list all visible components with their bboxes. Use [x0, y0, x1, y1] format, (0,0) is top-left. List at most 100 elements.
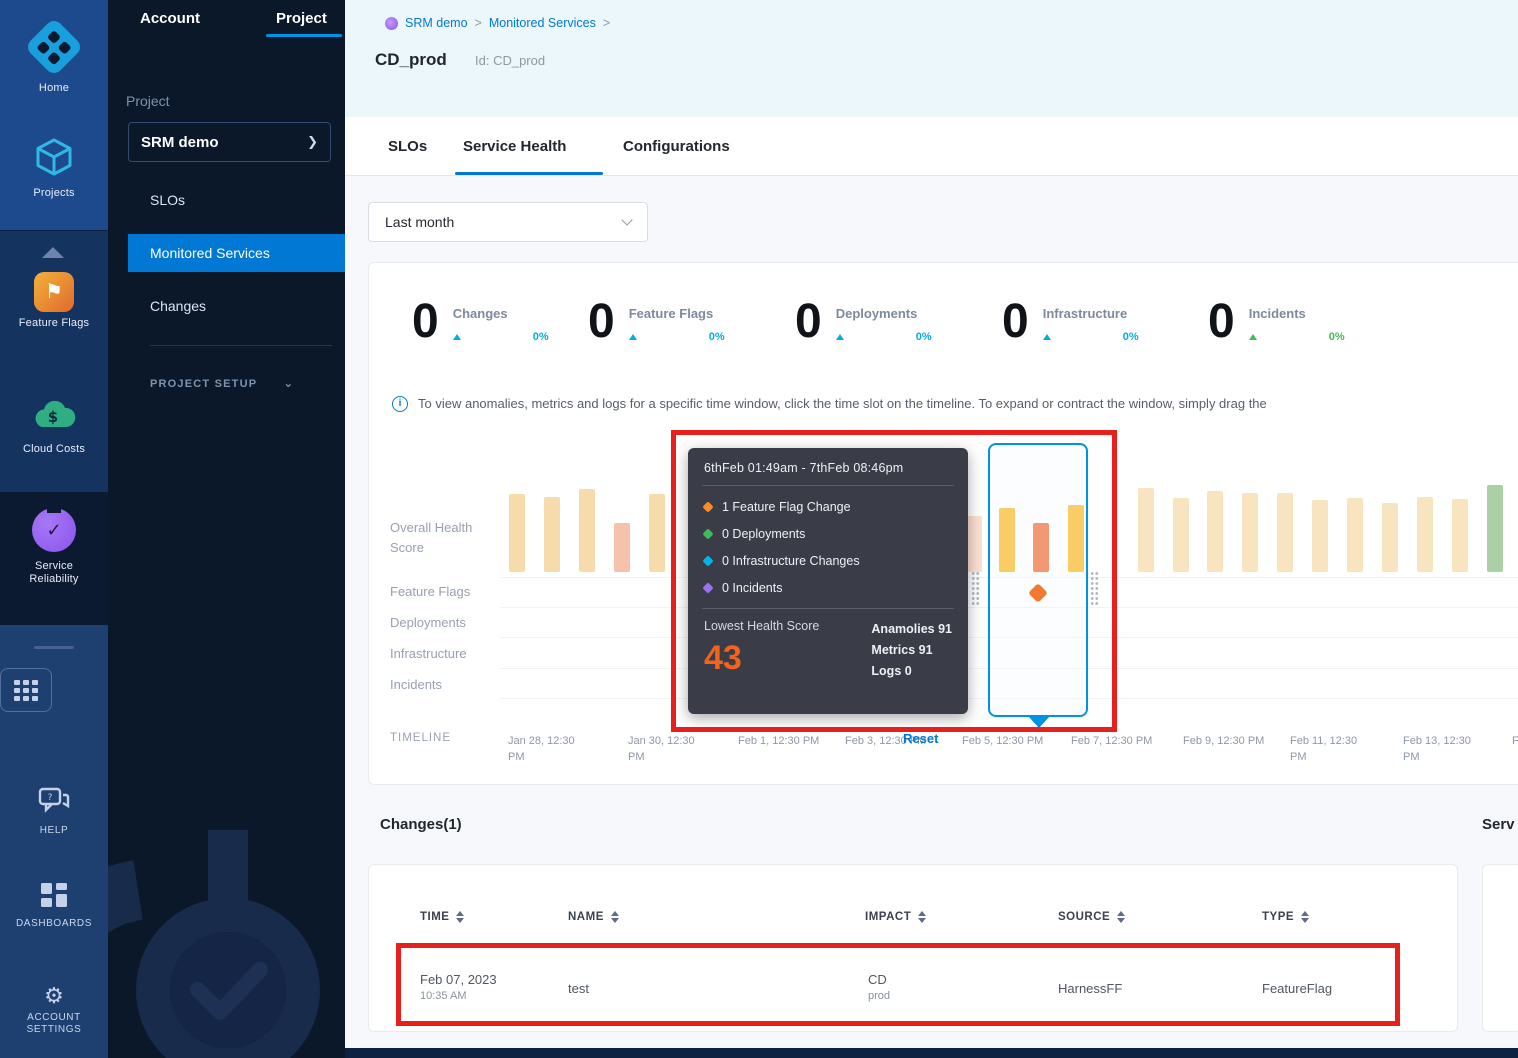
column-header-name[interactable]: NAME — [568, 911, 619, 923]
timeline-tick-label: F — [1512, 733, 1518, 749]
tab-project[interactable]: Project — [276, 10, 327, 27]
stat-value: 0 — [1208, 297, 1235, 347]
nav-item-monitored-services[interactable]: Monitored Services — [128, 234, 345, 272]
chevron-down-icon: ⌄ — [283, 376, 293, 390]
stat-label: Changes — [453, 306, 549, 321]
nav-item-changes[interactable]: Changes — [108, 287, 345, 325]
sidebar-item-label: ACCOUNT — [0, 1012, 108, 1023]
reset-link[interactable]: Reset — [903, 731, 938, 746]
sidebar-item-label: Service — [0, 560, 108, 572]
info-banner: i To view anomalies, metrics and logs fo… — [392, 396, 1512, 412]
tooltip-change-item: 0 Infrastructure Changes — [704, 554, 952, 568]
cloud-dollar-icon: $ — [30, 395, 78, 435]
bottom-bar — [345, 1048, 1518, 1058]
stat-feature-flags: 0Feature Flags0% — [588, 297, 725, 347]
sidebar-item-label: Cloud Costs — [0, 443, 108, 455]
tooltip-stats: Anamolies 91Metrics 91Logs 0 — [871, 619, 952, 682]
sidebar-item-feature-flags[interactable]: ⚑ Feature Flags — [0, 272, 108, 329]
health-score-bar[interactable] — [544, 497, 560, 572]
tooltip-change-item: 1 Feature Flag Change — [704, 500, 952, 514]
health-score-bar[interactable] — [1382, 503, 1398, 572]
flag-icon: ⚑ — [34, 272, 74, 312]
app-root: Home Projects ⚑ Feature Flags $ Cloud Co… — [0, 0, 1518, 1058]
cell-impact: CD prod — [868, 972, 890, 1002]
window-drag-handle-right[interactable] — [1090, 571, 1099, 607]
tooltip-stat: Logs 0 — [871, 661, 952, 682]
sort-icon — [1301, 911, 1309, 923]
health-score-bar[interactable] — [509, 494, 525, 572]
changes-table-card — [368, 864, 1458, 1032]
tab-service-health[interactable]: Service Health — [463, 138, 566, 155]
column-header-time[interactable]: TIME — [420, 911, 464, 923]
breadcrumb-project-link[interactable]: SRM demo — [405, 16, 468, 30]
timeline-tick-label: Jan 30, 12:30PM — [628, 733, 724, 765]
stat-percent: 0% — [709, 331, 725, 343]
health-score-bar[interactable] — [1347, 498, 1363, 572]
health-score-bar[interactable] — [966, 516, 982, 572]
stat-infrastructure: 0Infrastructure0% — [1002, 297, 1139, 347]
svg-text:$: $ — [48, 408, 58, 426]
timeline-tick-label: Feb 13, 12:30PM — [1403, 733, 1499, 765]
window-drag-handle-left[interactable] — [971, 571, 980, 607]
trend-up-icon — [1043, 334, 1051, 340]
sidebar-item-service-reliability[interactable]: Service Reliability — [0, 508, 108, 585]
health-score-bar[interactable] — [1173, 498, 1189, 572]
tab-account[interactable]: Account — [140, 10, 200, 27]
row-label-incidents: Incidents — [390, 677, 442, 692]
changes-heading: Changes(1) — [380, 816, 462, 833]
trend-up-icon — [836, 334, 844, 340]
stat-deployments: 0Deployments0% — [795, 297, 932, 347]
nav-item-project-setup[interactable]: PROJECT SETUP⌄ — [150, 376, 293, 390]
health-score-bar[interactable] — [1452, 499, 1468, 572]
health-score-bar[interactable] — [1312, 500, 1328, 572]
selection-pointer-icon — [1028, 716, 1050, 728]
stat-value: 0 — [1002, 297, 1029, 347]
module-sidebar: Home Projects ⚑ Feature Flags $ Cloud Co… — [0, 0, 108, 1058]
sidebar-item-label: SETTINGS — [0, 1024, 108, 1035]
detail-tabbar: SLOs Service Health Configurations — [345, 117, 1518, 176]
page-header: SRM demo > Monitored Services > CD_prod … — [345, 0, 1518, 117]
collapse-up-icon[interactable] — [42, 247, 64, 258]
health-score-bar[interactable] — [1417, 497, 1433, 572]
sidebar-item-projects[interactable]: Projects — [0, 135, 108, 199]
timeline-tick-label: Feb 9, 12:30 PM — [1183, 733, 1279, 749]
sidebar-item-cloud-costs[interactable]: $ Cloud Costs — [0, 395, 108, 455]
breadcrumb-section-link[interactable]: Monitored Services — [489, 16, 596, 30]
health-score-bar[interactable] — [1242, 493, 1258, 572]
tab-slos[interactable]: SLOs — [388, 138, 427, 155]
project-selector-value: SRM demo — [141, 134, 219, 151]
chevron-down-icon — [621, 214, 632, 225]
timeline-tick-label: Feb 11, 12:30PM — [1290, 733, 1386, 765]
sidebar-item-help[interactable]: ? HELP — [0, 785, 108, 836]
health-score-bar[interactable] — [579, 489, 595, 572]
health-score-bar[interactable] — [1207, 491, 1223, 572]
period-select[interactable]: Last month — [368, 202, 648, 242]
sidebar-item-home[interactable]: Home — [0, 18, 108, 94]
health-score-bar[interactable] — [614, 523, 630, 572]
column-header-source[interactable]: SOURCE — [1058, 911, 1125, 923]
timeline-tick-label: Feb 7, 12:30 PM — [1071, 733, 1167, 749]
health-score-bar[interactable] — [1138, 488, 1154, 572]
column-header-impact[interactable]: IMPACT — [865, 911, 926, 923]
column-header-type[interactable]: TYPE — [1262, 911, 1309, 923]
selected-time-window[interactable] — [988, 443, 1088, 717]
nav-item-slos[interactable]: SLOs — [108, 181, 345, 219]
row-label-deployments: Deployments — [390, 615, 466, 630]
module-switcher-button[interactable] — [0, 668, 108, 712]
health-score-bar[interactable] — [649, 494, 665, 572]
sidebar-item-label: Projects — [0, 187, 108, 199]
chat-help-icon: ? — [36, 785, 72, 817]
timeline-axis: Jan 28, 12:30PMJan 30, 12:30PMFeb 1, 12:… — [0, 733, 1518, 773]
project-selector[interactable]: SRM demo ❯ — [128, 122, 331, 162]
srm-watermark — [108, 830, 345, 1058]
sidebar-item-label: Home — [0, 82, 108, 94]
sidebar-item-account-settings[interactable]: ⚙ ACCOUNT SETTINGS — [0, 985, 108, 1035]
sidebar-item-label: DASHBOARDS — [0, 918, 108, 929]
lowest-health-score-label: Lowest Health Score — [704, 619, 819, 633]
health-score-bar[interactable] — [1487, 485, 1503, 572]
sidebar-item-label: Feature Flags — [0, 317, 108, 329]
tab-configurations[interactable]: Configurations — [623, 138, 730, 155]
stat-incidents: 0Incidents0% — [1208, 297, 1345, 347]
sidebar-item-dashboards[interactable]: DASHBOARDS — [0, 880, 108, 929]
health-score-bar[interactable] — [1277, 493, 1293, 572]
